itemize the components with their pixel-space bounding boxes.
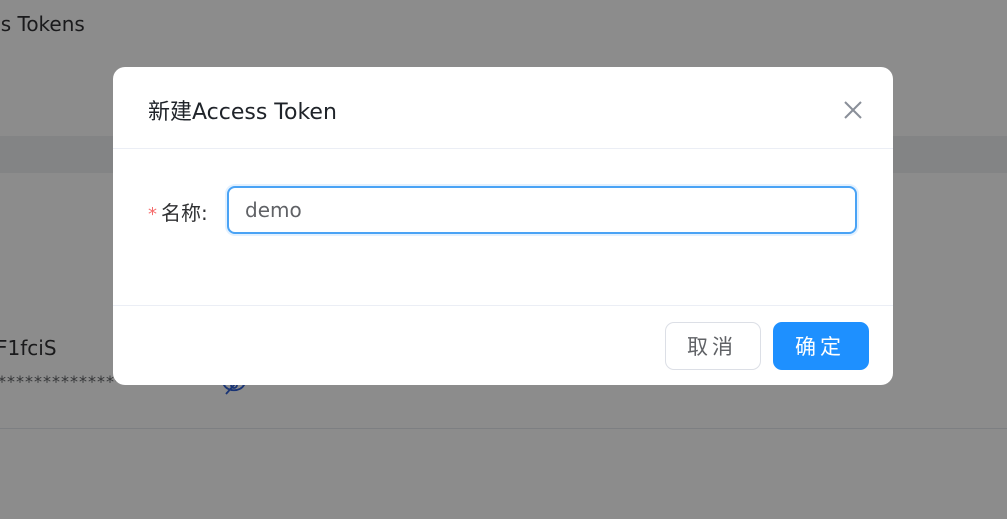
name-label-text: 名称:	[161, 201, 208, 225]
confirm-button[interactable]: 确定	[773, 322, 869, 370]
cancel-button[interactable]: 取消	[665, 322, 761, 370]
create-token-dialog: 新建Access Token *名称: 取消 确定	[113, 67, 893, 385]
required-marker: *	[148, 204, 157, 225]
dialog-body: * 名称:	[113, 149, 893, 306]
dialog-footer: 取消 确定	[113, 306, 893, 385]
name-field-label: * 名称:	[148, 197, 208, 226]
name-input[interactable]	[227, 186, 857, 234]
close-icon[interactable]	[839, 96, 867, 124]
dialog-title: 新建Access Token	[148, 100, 337, 125]
dialog-header: 新建Access Token	[113, 67, 893, 149]
